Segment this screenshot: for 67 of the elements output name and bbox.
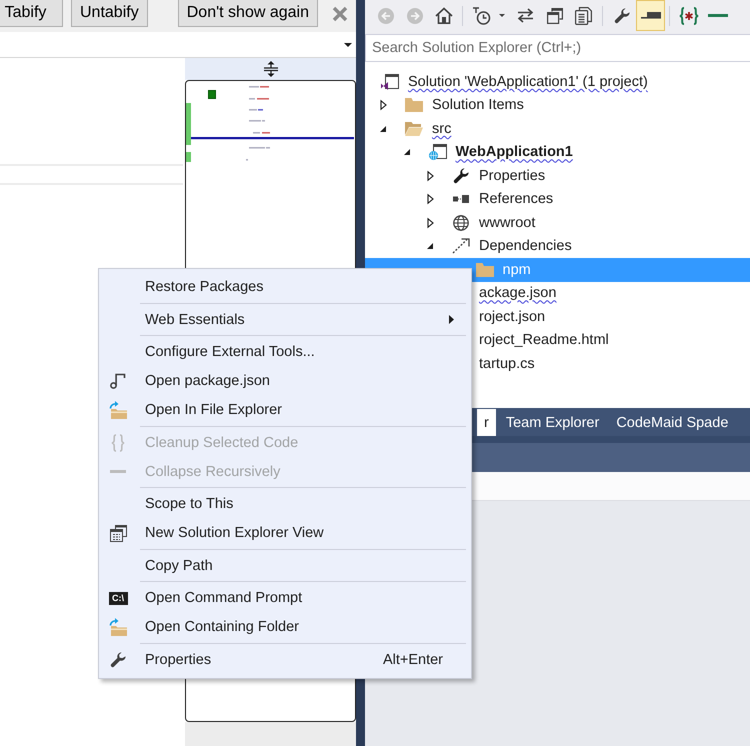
menu-item[interactable]: Open In File Explorer (99, 396, 471, 424)
open-folder-icon (405, 122, 423, 136)
tool-tab[interactable]: r (477, 409, 496, 436)
tool-tab[interactable]: CodeMaid Spade (609, 409, 736, 436)
infobar-button[interactable]: Don't show again (178, 0, 318, 27)
expand-arrow-icon[interactable] (427, 218, 434, 228)
folder-arrow-icon (109, 401, 127, 419)
folder-arrow-icon (109, 618, 127, 636)
tree-item[interactable]: Solution 'WebApplication1' (1 project) (365, 70, 750, 94)
two-way-arrows-icon[interactable] (517, 8, 534, 23)
collapse-arrow-icon[interactable] (404, 149, 410, 156)
dotted-arrow-icon (452, 238, 470, 254)
splitter-icon[interactable] (264, 61, 278, 77)
menu-item[interactable]: New Solution Explorer View (99, 518, 471, 548)
menu-item[interactable]: Web Essentials (99, 305, 471, 334)
wrench-icon (453, 168, 469, 184)
expand-arrow-icon[interactable] (427, 170, 434, 181)
collapse-arrow-icon[interactable] (380, 126, 386, 132)
clock-icon[interactable] (473, 6, 491, 24)
tree-item[interactable]: References (365, 188, 750, 211)
caret-icon (344, 42, 352, 46)
change-bar (186, 152, 191, 162)
infobar-button[interactable]: Untabify (71, 0, 148, 27)
tree-item[interactable]: src (365, 117, 750, 140)
globe-window-icon (428, 144, 446, 160)
infobar-button[interactable]: Tabify (0, 0, 63, 27)
dash-icon (110, 470, 126, 473)
minus-icon[interactable] (708, 14, 728, 17)
console-icon: C:\ (108, 592, 128, 604)
menu-item[interactable]: C:\ Open Command Prompt (99, 584, 471, 612)
window-grid-icon (110, 524, 126, 542)
marker-icon (208, 90, 216, 99)
toggle-button[interactable] (636, 0, 665, 31)
menu-item[interactable]: Open Containing Folder (99, 612, 471, 642)
expand-arrow-icon[interactable] (380, 100, 387, 110)
bar-icon (640, 12, 660, 19)
menu-item[interactable]: Configure External Tools... (99, 338, 471, 366)
folder-icon (476, 262, 494, 277)
stacked-windows-icon[interactable] (546, 8, 562, 24)
braces-icon (111, 434, 125, 452)
tree-item[interactable]: Dependencies (365, 234, 750, 258)
folder-icon (405, 98, 423, 112)
close-icon[interactable] (332, 6, 348, 22)
tree-item[interactable]: Solution Items (365, 94, 750, 117)
caret-icon[interactable] (499, 14, 505, 17)
solution-icon (381, 74, 399, 90)
change-bar (186, 103, 191, 145)
references-icon (453, 195, 469, 204)
wrench-icon[interactable] (614, 8, 630, 24)
tool-tab[interactable]: Team Explorer (498, 409, 606, 436)
menu-item[interactable]: Scope to This (99, 490, 471, 518)
menu-item[interactable]: Open package.json (99, 366, 471, 396)
home-icon[interactable] (434, 7, 452, 24)
expand-arrow-icon[interactable] (427, 194, 434, 204)
tree-item[interactable]: WebApplication1 (365, 140, 750, 164)
stacked-pages-icon[interactable] (575, 6, 592, 24)
braces-star-icon[interactable] (678, 6, 698, 24)
globe-icon (453, 214, 469, 231)
search-field[interactable]: Search Solution Explorer (Ctrl+;) (365, 34, 750, 62)
shortcut-text: Alt+Enter (382, 652, 443, 668)
menu-item[interactable]: Properties Alt+Enter (99, 645, 471, 674)
tree-item[interactable]: wwwroot (365, 211, 750, 234)
menu-item[interactable]: Copy Path (99, 551, 471, 580)
tree-item[interactable]: Properties (365, 164, 750, 188)
collapse-arrow-icon[interactable] (427, 243, 433, 250)
wrench-icon (110, 652, 126, 668)
note-icon (110, 373, 126, 389)
